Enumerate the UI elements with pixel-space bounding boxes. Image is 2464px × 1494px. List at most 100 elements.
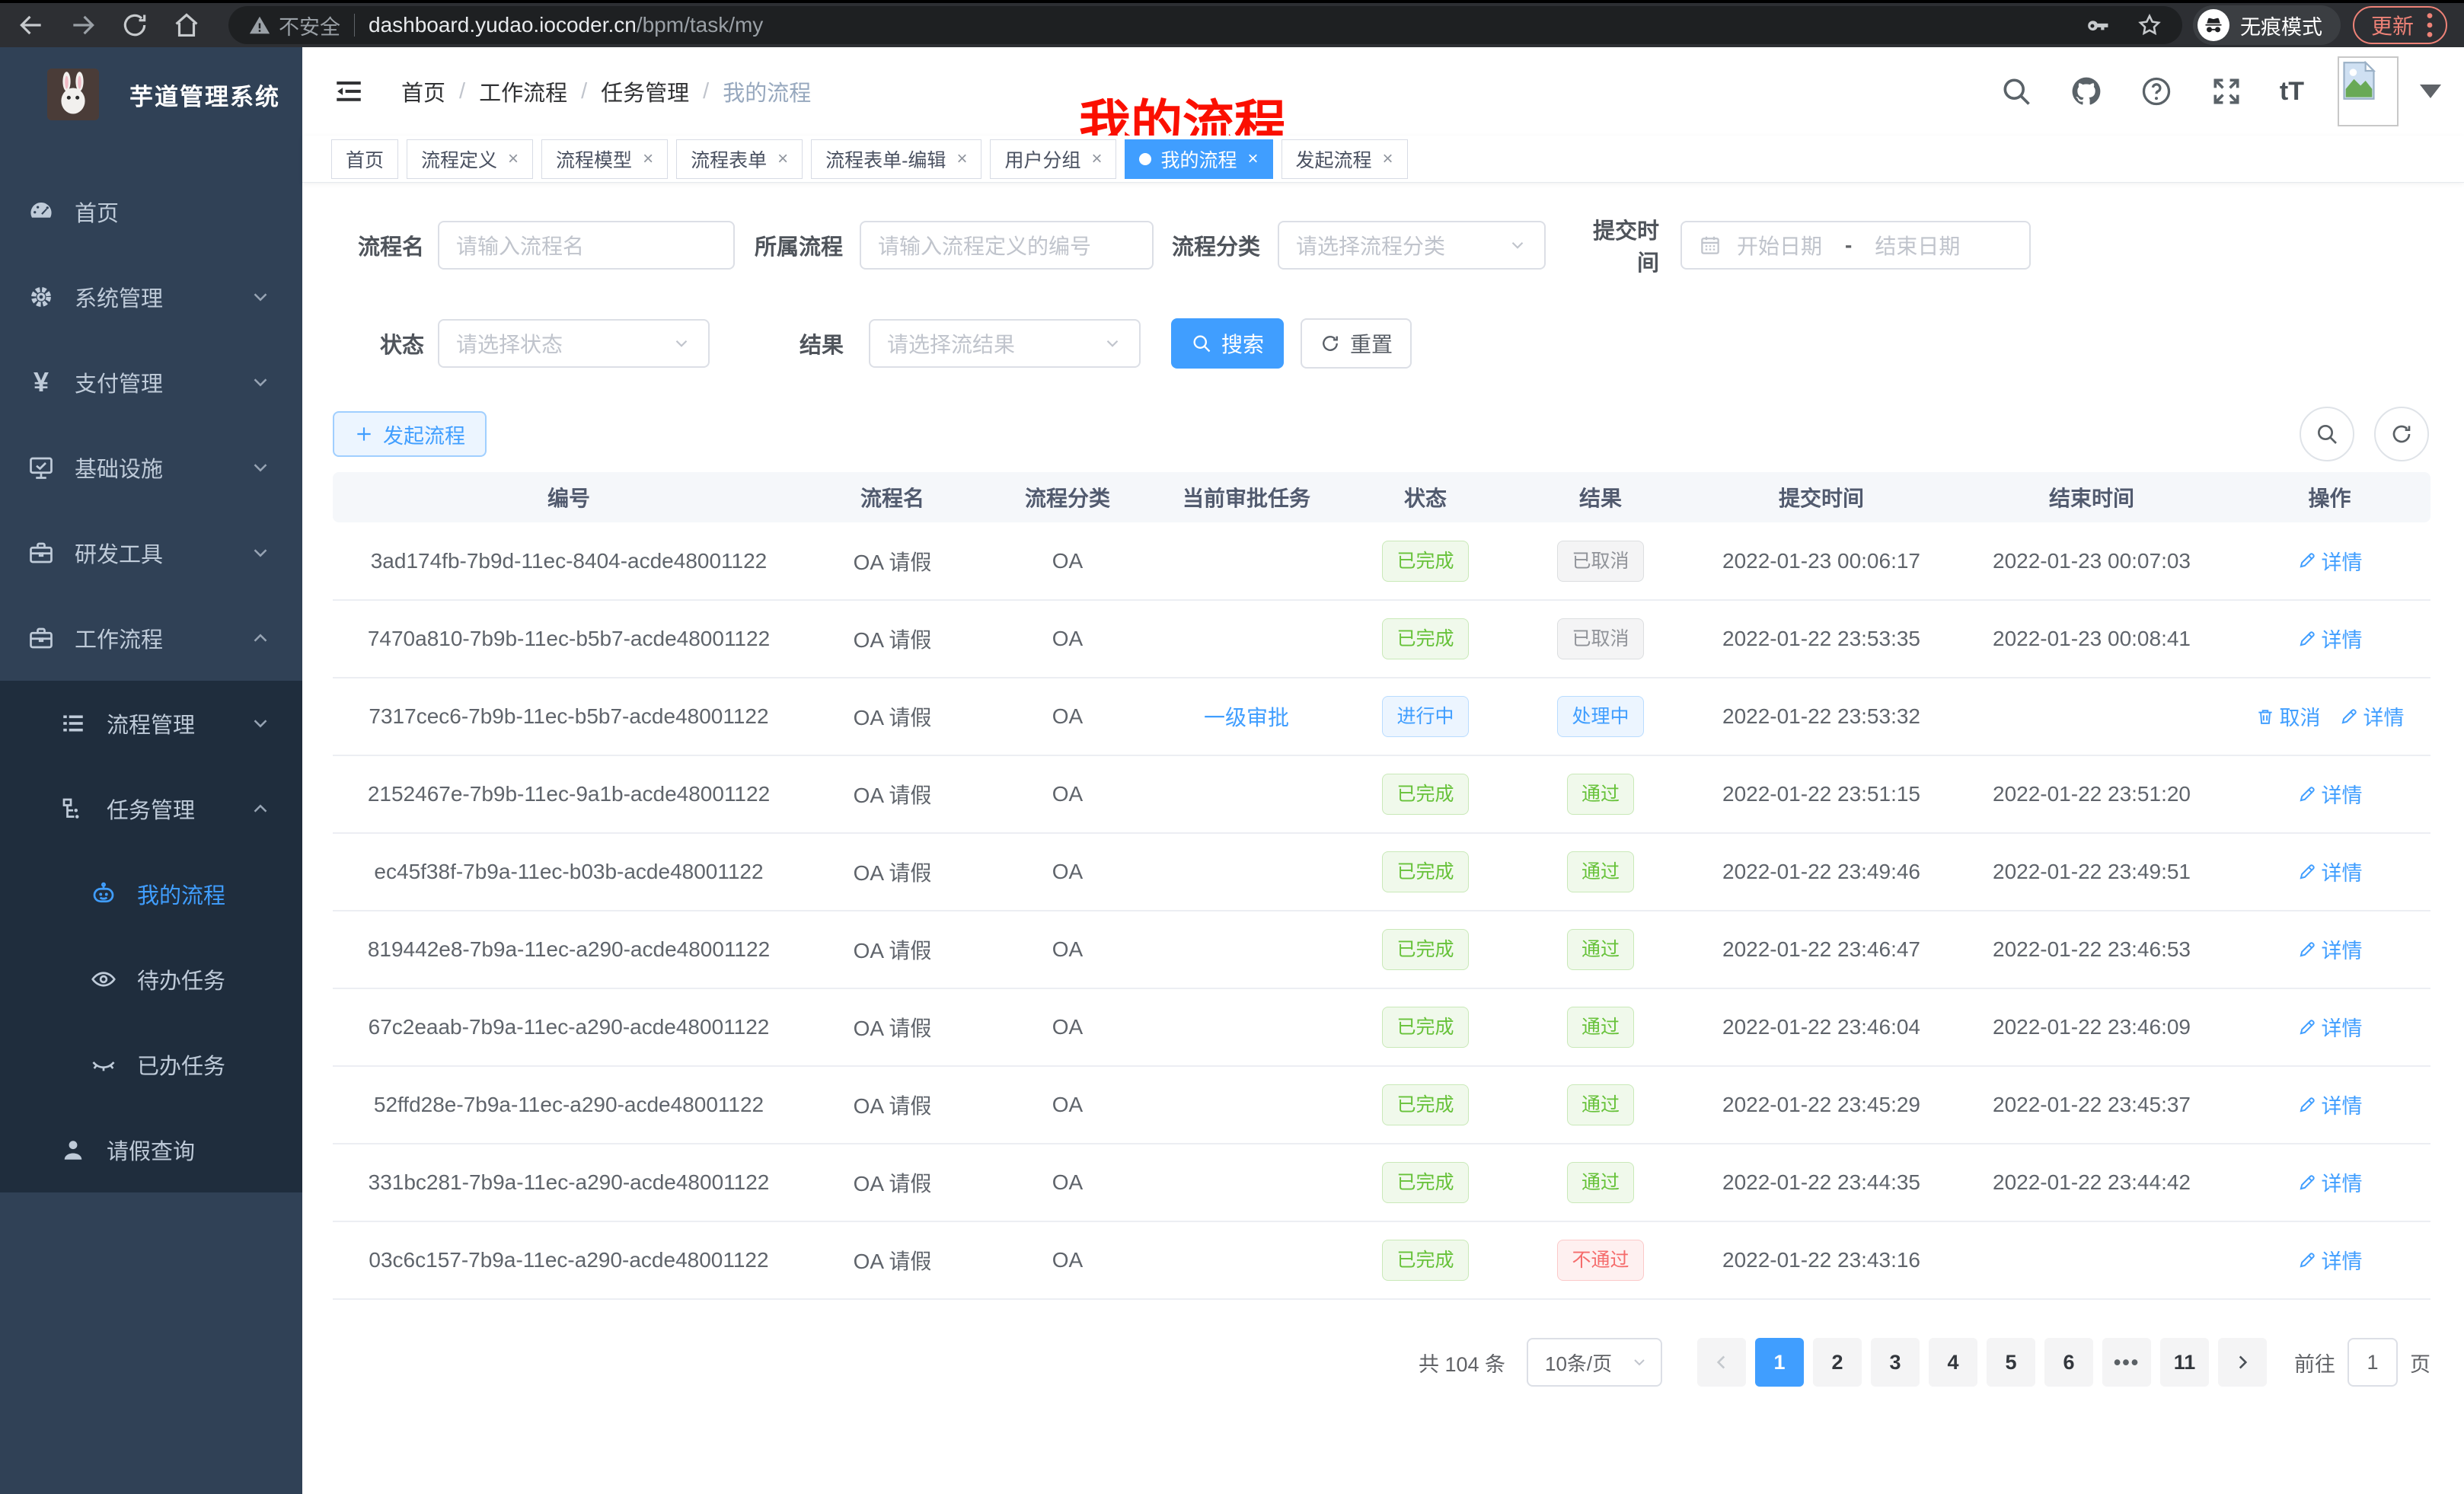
goto-page-input[interactable] (2348, 1338, 2398, 1387)
suitcase-icon (27, 624, 55, 652)
refresh-list-button[interactable] (2374, 407, 2429, 461)
sidebar-item-payment[interactable]: ¥ 支付管理 (0, 340, 302, 425)
current-task-link[interactable]: 一级审批 (1204, 706, 1289, 729)
end-time: 2022-01-22 23:45:37 (1955, 1066, 2229, 1144)
bookmark-star-icon[interactable] (2137, 12, 2162, 38)
detail-link[interactable]: 详情 (2297, 934, 2363, 964)
url-path: /bpm/task/my (637, 13, 763, 37)
detail-link[interactable]: 详情 (2297, 1012, 2363, 1042)
tab-process-form-edit[interactable]: 流程表单-编辑× (811, 139, 981, 179)
process-name-label: 流程名 (333, 229, 424, 261)
font-size-icon[interactable]: tT (2280, 77, 2304, 107)
sidebar-item-process-mgmt[interactable]: 流程管理 (0, 681, 302, 766)
user-icon (59, 1136, 87, 1164)
help-icon[interactable] (2140, 75, 2173, 108)
github-icon[interactable] (2070, 75, 2103, 108)
create-process-button[interactable]: 发起流程 (333, 411, 487, 457)
cancel-link[interactable]: 取消 (2255, 701, 2321, 731)
tab-close-icon[interactable]: × (956, 148, 967, 170)
prev-page-button[interactable] (1697, 1338, 1746, 1387)
tab-start-process[interactable]: 发起流程× (1281, 139, 1408, 179)
reload-icon[interactable] (120, 11, 149, 40)
parent-process-input[interactable]: 请输入流程定义的编号 (860, 221, 1154, 270)
search-icon (1191, 333, 1212, 354)
tab-home[interactable]: 首页 (331, 139, 398, 179)
status-cell: 已完成 (1338, 833, 1513, 911)
breadcrumb-task-mgmt[interactable]: 任务管理 (601, 75, 689, 107)
date-range-picker[interactable]: 开始日期 - 结束日期 (1680, 221, 2031, 270)
sidebar-item-system[interactable]: 系统管理 (0, 254, 302, 340)
category-select[interactable]: 请选择流程分类 (1278, 221, 1546, 270)
sidebar-item-task-mgmt[interactable]: 任务管理 (0, 766, 302, 851)
detail-link[interactable]: 详情 (2339, 701, 2405, 731)
pager-page-1[interactable]: 1 (1755, 1338, 1804, 1387)
forward-icon[interactable] (69, 11, 97, 40)
pager-page-3[interactable]: 3 (1871, 1338, 1920, 1387)
process-name: OA 请假 (805, 1221, 980, 1299)
pager-page-2[interactable]: 2 (1813, 1338, 1862, 1387)
tab-label: 用户分组 (1004, 145, 1080, 173)
pager-page-4[interactable]: 4 (1929, 1338, 1977, 1387)
sidebar-item-workflow[interactable]: 工作流程 (0, 595, 302, 681)
search-button[interactable]: 搜索 (1171, 318, 1284, 369)
result-select[interactable]: 请选择流结果 (869, 319, 1141, 368)
chevron-up-icon (249, 797, 272, 820)
password-key-icon[interactable] (2085, 12, 2111, 38)
tab-close-icon[interactable]: × (643, 148, 653, 170)
detail-link[interactable]: 详情 (2297, 546, 2363, 576)
actions-cell: 取消详情 (2229, 678, 2430, 755)
detail-link[interactable]: 详情 (2297, 624, 2363, 653)
search-button-label: 搜索 (1221, 328, 1264, 359)
detail-link[interactable]: 详情 (2297, 1167, 2363, 1197)
show-search-button[interactable] (2300, 407, 2354, 461)
tab-my-process[interactable]: 我的流程× (1125, 139, 1272, 179)
avatar[interactable] (2338, 56, 2399, 126)
detail-link[interactable]: 详情 (2297, 779, 2363, 809)
page-size-select[interactable]: 10条/页 (1527, 1338, 1662, 1387)
next-page-button[interactable] (2218, 1338, 2267, 1387)
sidebar-item-done-tasks[interactable]: 已办任务 (0, 1022, 302, 1107)
url-host: dashboard.yudao.iocoder.cn (369, 13, 637, 37)
sidebar-item-home[interactable]: 首页 (0, 169, 302, 254)
chrome-menu-icon[interactable] (2426, 12, 2434, 38)
sidebar-item-leave-query[interactable]: 请假查询 (0, 1107, 302, 1192)
sidebar-item-todo-tasks[interactable]: 待办任务 (0, 937, 302, 1022)
result-cell: 不通过 (1513, 1221, 1688, 1299)
tab-process-form[interactable]: 流程表单× (676, 139, 803, 179)
fullscreen-icon[interactable] (2210, 75, 2243, 108)
breadcrumb-separator: / (459, 79, 465, 104)
detail-link[interactable]: 详情 (2297, 857, 2363, 886)
sidebar-item-dev-tools[interactable]: 研发工具 (0, 510, 302, 595)
trash-icon (2255, 707, 2280, 726)
tab-close-icon[interactable]: × (777, 148, 788, 170)
avatar-caret-icon[interactable] (2420, 85, 2441, 98)
search-icon[interactable] (2000, 75, 2033, 108)
pen-icon (2297, 1250, 2322, 1270)
sidebar-item-infrastructure[interactable]: 基础设施 (0, 425, 302, 510)
sidebar-collapse-icon[interactable] (333, 75, 365, 107)
detail-link[interactable]: 详情 (2297, 1245, 2363, 1275)
detail-link[interactable]: 详情 (2297, 1090, 2363, 1119)
address-bar[interactable]: 不安全 dashboard.yudao.iocoder.cn/bpm/task/… (228, 6, 2182, 44)
tab-close-icon[interactable]: × (1383, 148, 1393, 170)
pager-more-button[interactable]: ••• (2102, 1338, 2151, 1387)
breadcrumb-home[interactable]: 首页 (401, 75, 445, 107)
reset-button[interactable]: 重置 (1301, 318, 1412, 369)
tab-close-icon[interactable]: × (1248, 148, 1259, 170)
home-icon[interactable] (172, 11, 201, 40)
tab-close-icon[interactable]: × (1091, 148, 1102, 170)
breadcrumb-workflow[interactable]: 工作流程 (479, 75, 567, 107)
pager-page-5[interactable]: 5 (1987, 1338, 2035, 1387)
eye-closed-icon (90, 1051, 117, 1078)
sidebar-item-my-process[interactable]: 我的流程 (0, 851, 302, 937)
process-name-input[interactable]: 请输入流程名 (438, 221, 735, 270)
pager-page-11[interactable]: 11 (2160, 1338, 2209, 1387)
update-button[interactable]: 更新 (2353, 6, 2447, 44)
status-select[interactable]: 请选择状态 (438, 319, 710, 368)
tab-process-definition[interactable]: 流程定义× (407, 139, 533, 179)
pager-page-6[interactable]: 6 (2044, 1338, 2093, 1387)
tab-user-group[interactable]: 用户分组 × (990, 139, 1116, 179)
back-icon[interactable] (17, 11, 46, 40)
tab-process-model[interactable]: 流程模型× (541, 139, 668, 179)
tab-close-icon[interactable]: × (508, 148, 519, 170)
